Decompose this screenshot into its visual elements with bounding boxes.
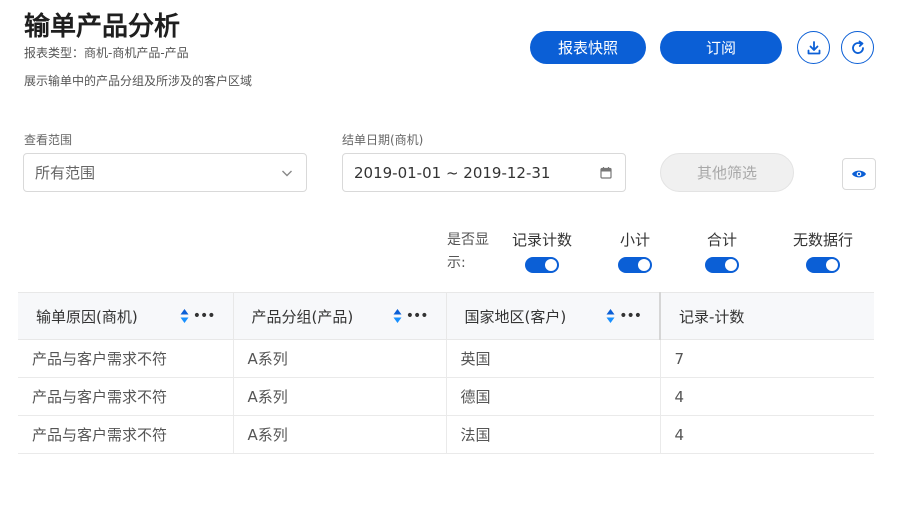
sort-icon[interactable] bbox=[606, 308, 615, 324]
table-cell: 4 bbox=[659, 377, 874, 416]
table-cell: 产品与客户需求不符 bbox=[18, 415, 233, 454]
table-row: 产品与客户需求不符 A系列 英国 7 bbox=[18, 339, 874, 378]
table-row: 产品与客户需求不符 A系列 法国 4 bbox=[18, 415, 874, 454]
close-date-label: 结单日期(商机) bbox=[342, 133, 424, 147]
table-cell: A系列 bbox=[232, 339, 446, 378]
scope-value: 所有范围 bbox=[35, 164, 96, 182]
table-cell: 德国 bbox=[445, 377, 660, 416]
subtotal-option: 小计 bbox=[618, 229, 652, 273]
sort-icon[interactable] bbox=[393, 308, 402, 324]
no-data-rows-label: 无数据行 bbox=[792, 231, 853, 249]
record-count-label: 记录计数 bbox=[511, 231, 572, 249]
more-icon[interactable]: ••• bbox=[193, 309, 216, 323]
table-cell: 产品与客户需求不符 bbox=[18, 339, 233, 378]
more-icon[interactable]: ••• bbox=[619, 309, 642, 323]
no-data-rows-toggle[interactable] bbox=[806, 257, 840, 273]
table-header-row: 输单原因(商机) ••• 产品分组(产品) ••• 国家地区(客户) ••• 记… bbox=[18, 292, 874, 340]
scope-label: 查看范围 bbox=[24, 133, 73, 147]
table-cell: 7 bbox=[659, 339, 874, 378]
other-filters-button[interactable]: 其他筛选 bbox=[660, 153, 794, 192]
total-option: 合计 bbox=[703, 229, 741, 273]
total-toggle[interactable] bbox=[705, 257, 739, 273]
record-count-toggle[interactable] bbox=[525, 257, 559, 273]
total-label: 合计 bbox=[706, 231, 737, 249]
refresh-button[interactable] bbox=[841, 31, 874, 64]
display-options-label: 是否显 示: bbox=[447, 232, 489, 271]
record-count-option: 记录计数 bbox=[508, 229, 576, 273]
table-cell: 4 bbox=[659, 415, 874, 454]
no-data-rows-option: 无数据行 bbox=[789, 229, 857, 273]
subtotal-toggle[interactable] bbox=[618, 257, 652, 273]
column-header-country-region[interactable]: 国家地区(客户) ••• bbox=[445, 292, 660, 340]
table-cell: 法国 bbox=[445, 415, 660, 454]
close-date-range-input[interactable]: 2019-01-01 ~ 2019-12-31 bbox=[342, 153, 626, 192]
column-header-product-group[interactable]: 产品分组(产品) ••• bbox=[232, 292, 446, 340]
table-cell: A系列 bbox=[232, 415, 446, 454]
subscribe-button[interactable]: 订阅 bbox=[660, 31, 782, 64]
table-cell: 产品与客户需求不符 bbox=[18, 377, 233, 416]
chevron-down-icon bbox=[282, 170, 292, 177]
more-icon[interactable]: ••• bbox=[406, 309, 429, 323]
table-cell: A系列 bbox=[232, 377, 446, 416]
visibility-toggle-button[interactable] bbox=[842, 158, 876, 190]
scope-select[interactable]: 所有范围 bbox=[23, 153, 307, 192]
subtotal-label: 小计 bbox=[619, 231, 650, 249]
report-table: 输单原因(商机) ••• 产品分组(产品) ••• 国家地区(客户) ••• 记… bbox=[18, 292, 874, 454]
download-icon bbox=[807, 40, 820, 54]
refresh-icon bbox=[851, 40, 864, 54]
date-range-value: 2019-01-01 ~ 2019-12-31 bbox=[354, 163, 551, 182]
column-header-loss-reason[interactable]: 输单原因(商机) ••• bbox=[18, 292, 233, 340]
report-snapshot-button[interactable]: 报表快照 bbox=[530, 31, 646, 64]
page-title: 输单产品分析 bbox=[24, 12, 181, 42]
table-row: 产品与客户需求不符 A系列 德国 4 bbox=[18, 377, 874, 416]
download-button[interactable] bbox=[797, 31, 830, 64]
sort-icon[interactable] bbox=[180, 308, 189, 324]
eye-icon bbox=[852, 170, 866, 178]
table-cell: 英国 bbox=[445, 339, 660, 378]
report-type-text: 报表类型：商机-商机产品-产品 bbox=[24, 46, 189, 60]
calendar-icon bbox=[600, 167, 612, 179]
report-description: 展示输单中的产品分组及所涉及的客户区域 bbox=[24, 74, 253, 88]
column-header-record-count[interactable]: 记录-计数 bbox=[659, 292, 874, 340]
